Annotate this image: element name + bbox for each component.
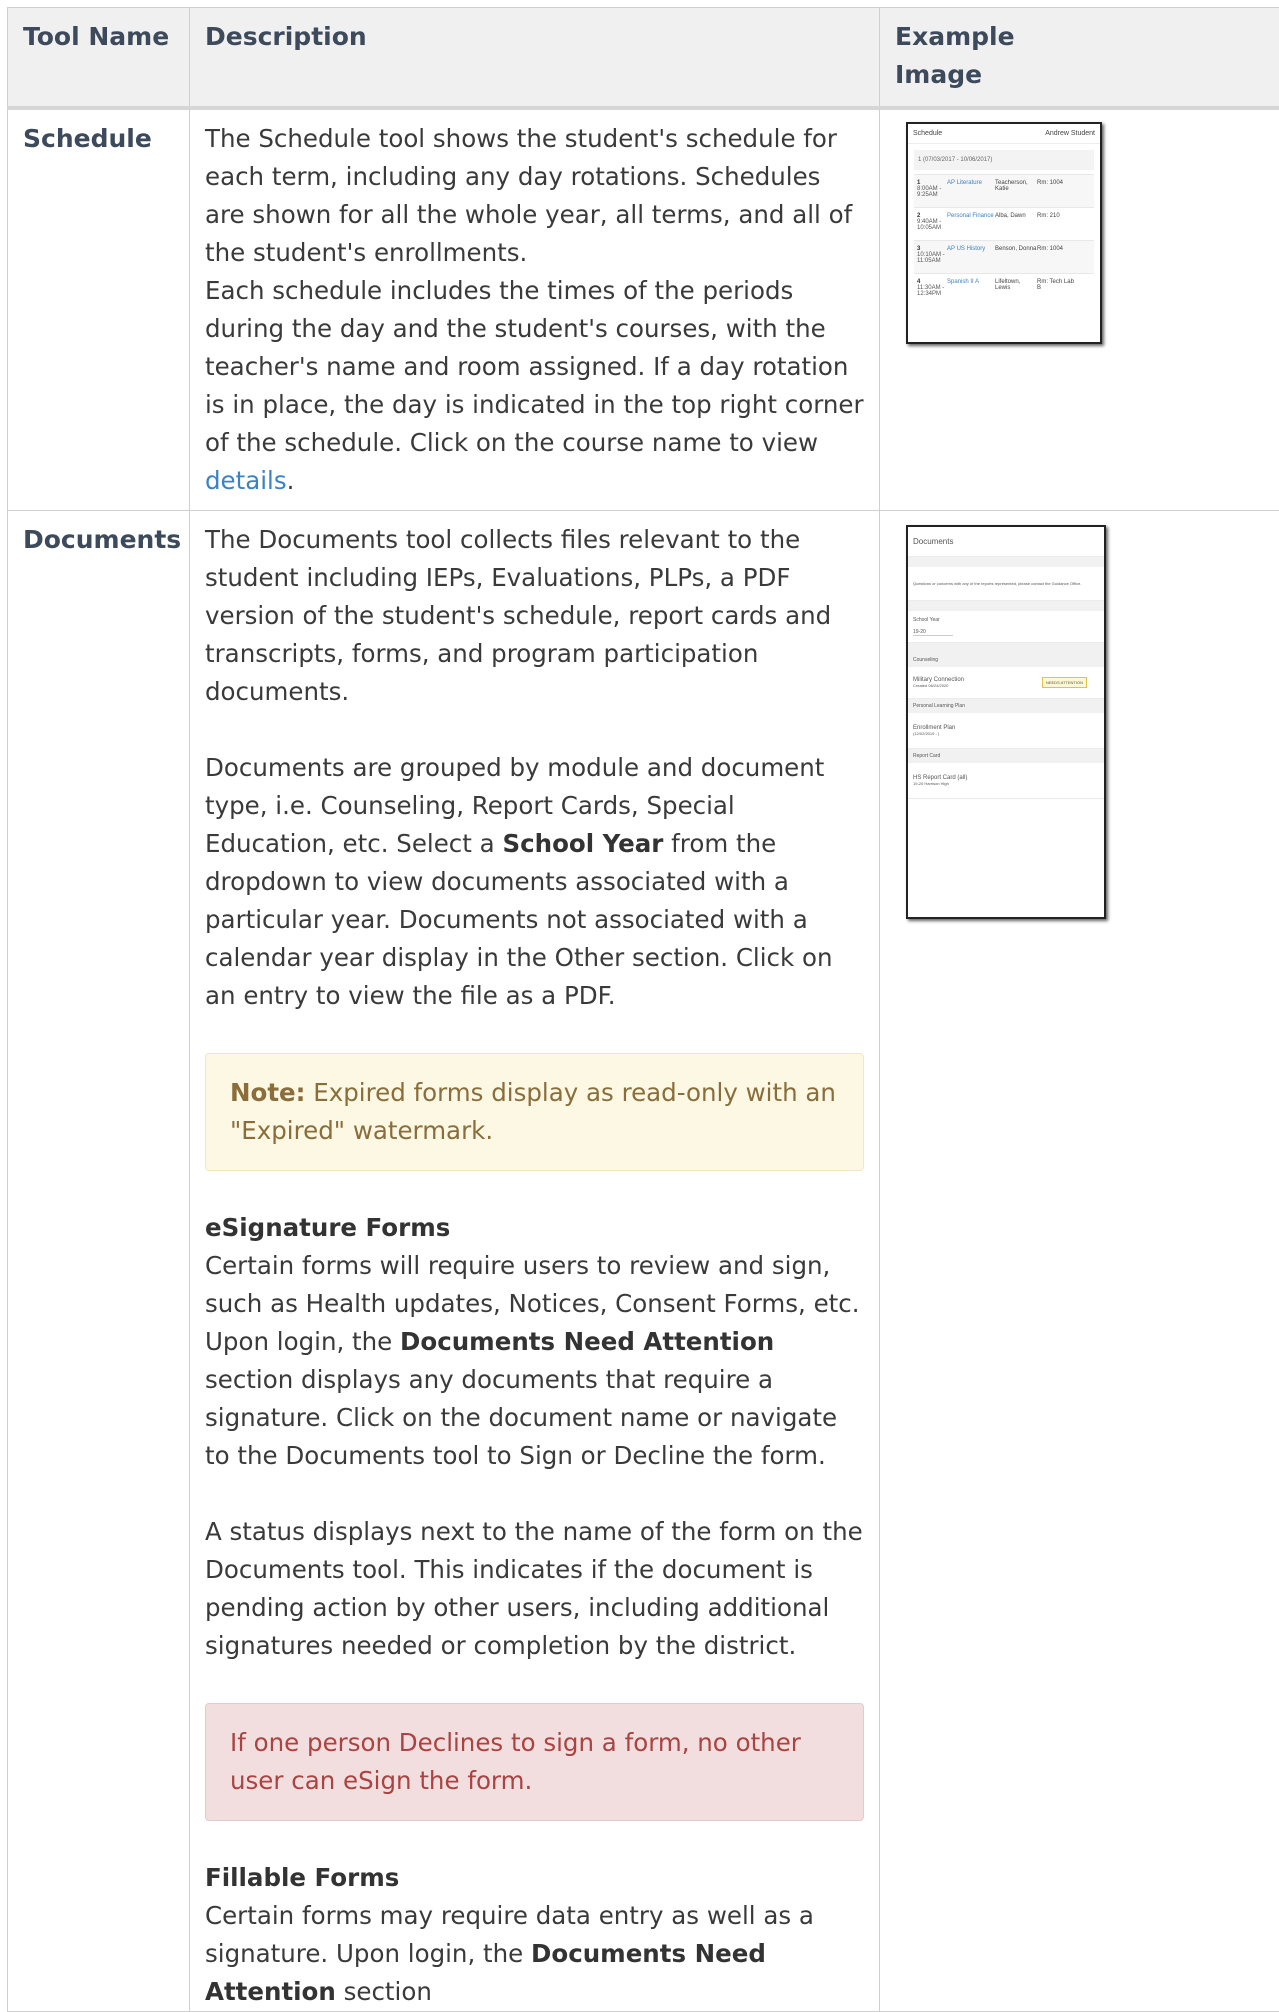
documents-screenshot: Documents Questions or concerns with any…: [906, 525, 1106, 919]
thumb-user: Andrew Student: [1045, 130, 1095, 137]
thumb-teacher: Benson, Donna: [995, 246, 1037, 268]
header-tool-name: Tool Name: [8, 8, 190, 109]
school-year-term: School Year: [502, 829, 663, 858]
schedule-screenshot: Schedule Andrew Student 1 (07/03/2017 - …: [906, 122, 1102, 344]
doc-thumb-item: HS Report Card (all) 19-20 Harrison High: [908, 763, 1104, 799]
table-row: Documents The Documents tool collects fi…: [8, 511, 1279, 2012]
thumb-row: 29:40AM - 10:05AM Personal Finance Alba,…: [914, 207, 1094, 240]
thumb-row: 18:00AM - 9:25AM AP Literature Teacherso…: [914, 174, 1094, 207]
schedule-paragraph-1: The Schedule tool shows the student's sc…: [205, 120, 864, 272]
esignature-paragraph-1: Certain forms will require users to revi…: [205, 1247, 864, 1475]
header-description: Description: [190, 8, 880, 109]
doc-thumb-school-year-select: 19-20: [913, 629, 953, 636]
documents-paragraph-1: The Documents tool collects files releva…: [205, 521, 864, 711]
thumb-rows: 18:00AM - 9:25AM AP Literature Teacherso…: [908, 174, 1100, 306]
doc-thumb-notice: Questions or concerns with any of the re…: [908, 567, 1104, 601]
thumb-room: Rm: Tech Lab B: [1037, 279, 1077, 301]
esignature-heading: eSignature Forms: [205, 1209, 864, 1247]
table-row: Schedule The Schedule tool shows the stu…: [8, 108, 1279, 511]
tool-name-documents: Documents: [8, 511, 190, 2012]
thumb-period: 310:10AM - 11:05AM: [917, 246, 947, 268]
thumb-course: Spanish II A: [947, 279, 995, 301]
thumb-room: Rm: 210: [1037, 213, 1077, 235]
thumb-course: AP Literature: [947, 180, 995, 202]
thumb-period: 18:00AM - 9:25AM: [917, 180, 947, 202]
thumb-teacher: Teacherson, Katie: [995, 180, 1037, 202]
schedule-paragraph-2: Each schedule includes the times of the …: [205, 272, 864, 500]
thumb-room: Rm: 1004: [1037, 246, 1077, 268]
needs-attention-badge: NEEDS ATTENTION: [1042, 677, 1087, 688]
doc-thumb-section-heading: Counseling: [908, 653, 1104, 667]
esignature-paragraph-2: A status displays next to the name of th…: [205, 1513, 864, 1665]
schedule-paragraph-2-end: .: [287, 466, 295, 495]
thumb-room: Rm: 1004: [1037, 180, 1077, 202]
thumb-course: Personal Finance: [947, 213, 995, 235]
note-callout: Note: Expired forms display as read-only…: [205, 1053, 864, 1171]
header-example-image-label: Example Image: [895, 18, 1015, 94]
doc-thumb-item: NEEDS ATTENTION Military Connection Crea…: [908, 667, 1104, 699]
doc-thumb-item: Enrollment Plan (12/02/2019 - ): [908, 713, 1104, 749]
fillable-forms-heading: Fillable Forms: [205, 1859, 864, 1897]
note-label: Note:: [230, 1078, 305, 1107]
fillable-forms-paragraph: Certain forms may require data entry as …: [205, 1897, 864, 2011]
note-text: Expired forms display as read-only with …: [230, 1078, 836, 1145]
doc-thumb-section-heading: Personal Learning Plan: [908, 699, 1104, 713]
tool-name-schedule: Schedule: [8, 108, 190, 511]
thumb-header: Schedule Andrew Student: [908, 124, 1100, 144]
thumb-row: 310:10AM - 11:05AM AP US History Benson,…: [914, 240, 1094, 273]
thumb-title: Schedule: [913, 130, 942, 137]
warning-callout: If one person Declines to sign a form, n…: [205, 1703, 864, 1821]
details-link[interactable]: details: [205, 466, 287, 495]
doc-thumb-section-heading: Report Card: [908, 749, 1104, 763]
schedule-paragraph-2-text: Each schedule includes the times of the …: [205, 276, 864, 457]
description-schedule: The Schedule tool shows the student's sc…: [190, 108, 880, 511]
thumb-row: 411:30AM - 12:34PM Spanish II A Lifeltow…: [914, 273, 1094, 306]
thumb-teacher: Lifeltown, Lewis: [995, 279, 1037, 301]
table-header-row: Tool Name Description Example Image: [8, 8, 1279, 109]
tools-table: Tool Name Description Example Image Sche…: [7, 7, 1279, 2012]
documents-paragraph-2: Documents are grouped by module and docu…: [205, 749, 864, 1015]
thumb-period: 29:40AM - 10:05AM: [917, 213, 947, 235]
thumb-course: AP US History: [947, 246, 995, 268]
example-image-documents-cell: Documents Questions or concerns with any…: [880, 511, 1279, 2012]
example-image-schedule-cell: Schedule Andrew Student 1 (07/03/2017 - …: [880, 108, 1279, 511]
description-documents: The Documents tool collects files releva…: [190, 511, 880, 2012]
doc-thumb-school-year-label: School Year: [913, 617, 1099, 623]
thumb-teacher: Alba, Dawn: [995, 213, 1037, 235]
thumb-term: 1 (07/03/2017 - 10/06/2017): [914, 150, 1094, 170]
thumb-period: 411:30AM - 12:34PM: [917, 279, 947, 301]
documents-need-attention-term: Documents Need Attention: [400, 1327, 774, 1356]
doc-thumb-title: Documents: [908, 527, 1104, 557]
header-example-image: Example Image: [880, 8, 1279, 109]
